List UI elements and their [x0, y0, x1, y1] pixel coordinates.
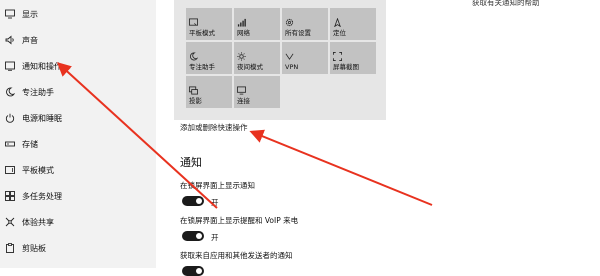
sidebar-item-focus-assist[interactable]: 专注助手	[0, 79, 156, 105]
vpn-icon	[285, 46, 294, 60]
tile-label: 投影	[189, 97, 202, 105]
sidebar-item-shared-experiences[interactable]: 体验共享	[0, 209, 156, 235]
toggle-knob	[196, 233, 202, 239]
sidebar-item-label: 多任务处理	[22, 191, 62, 201]
quick-action-all-settings[interactable]: 所有设置	[282, 8, 328, 40]
network-icon	[237, 12, 246, 27]
lock-screen-notifications-toggle[interactable]	[182, 196, 204, 206]
setting-label-app-notifications: 获取来自应用和其他发送者的通知	[180, 251, 293, 260]
sidebar-item-label: 电源和睡眠	[22, 113, 62, 123]
tile-label: 屏幕截图	[333, 63, 359, 71]
sidebar-item-display[interactable]: 显示	[0, 1, 156, 27]
quick-action-vpn[interactable]: VPN	[282, 42, 328, 74]
project-icon	[189, 80, 198, 95]
sidebar-item-notifications[interactable]: 通知和操作	[0, 53, 156, 79]
connect-icon	[237, 80, 246, 95]
power-icon	[5, 113, 15, 123]
share-icon	[5, 217, 15, 227]
quick-action-screenshot[interactable]: 屏幕截图	[330, 42, 376, 74]
setting-label-lock-screen-notifications: 在锁屏界面上显示通知	[180, 181, 255, 190]
quick-action-focus-assist[interactable]: 专注助手	[186, 42, 232, 74]
sidebar-item-label: 平板模式	[22, 165, 54, 175]
tile-label: 定位	[333, 29, 346, 37]
speaker-icon	[5, 35, 15, 45]
sidebar-item-label: 存储	[22, 139, 38, 149]
sidebar-item-label: 显示	[22, 9, 38, 19]
sidebar-item-label: 体验共享	[22, 217, 54, 227]
tile-label: 网络	[237, 29, 250, 37]
tile-label: 平板模式	[189, 29, 215, 37]
multitask-icon	[5, 191, 15, 201]
setting-label-reminders-voip: 在锁屏界面上显示提醒和 VoIP 来电	[180, 216, 299, 225]
reminders-voip-toggle[interactable]	[182, 231, 204, 241]
sidebar-item-storage[interactable]: 存储	[0, 131, 156, 157]
sidebar-item-tablet-mode[interactable]: 平板模式	[0, 157, 156, 183]
help-link[interactable]: 获取有关通知的帮助	[472, 0, 540, 8]
quick-action-night-light[interactable]: 夜间模式	[234, 42, 280, 74]
tile-label: 夜间模式	[237, 63, 263, 71]
edit-quick-actions-link[interactable]: 添加或删除快速操作	[180, 122, 248, 133]
sidebar-item-label: 剪贴板	[22, 243, 46, 253]
notifications-heading: 通知	[180, 156, 202, 169]
location-icon	[333, 12, 342, 28]
tile-label: 专注助手	[189, 63, 215, 71]
toggle-state-label: 开	[211, 233, 219, 242]
sidebar-item-label: 声音	[22, 35, 38, 45]
tile-label: 连接	[237, 97, 250, 105]
toggle-knob	[196, 268, 202, 274]
sidebar-item-sound[interactable]: 声音	[0, 27, 156, 53]
tablet-icon	[5, 165, 15, 175]
gear-icon	[285, 12, 294, 27]
arrow-to-edit-link	[249, 129, 433, 206]
quick-action-network[interactable]: 网络	[234, 8, 280, 40]
quick-action-location[interactable]: 定位	[330, 8, 376, 40]
quick-action-project[interactable]: 投影	[186, 76, 232, 108]
sidebar-item-power-sleep[interactable]: 电源和睡眠	[0, 105, 156, 131]
notification-icon	[5, 61, 15, 71]
monitor-icon	[5, 9, 15, 19]
sidebar-item-clipboard[interactable]: 剪贴板	[0, 235, 156, 261]
toggle-state-label: 开	[211, 198, 219, 207]
tablet-mode-icon	[189, 12, 198, 26]
sidebar-item-label: 专注助手	[22, 87, 54, 97]
quick-action-connect[interactable]: 连接	[234, 76, 280, 108]
sidebar-item-multitasking[interactable]: 多任务处理	[0, 183, 156, 209]
settings-sidebar: 显示 声音 通知和操作 专注助手 电源和睡眠 存储 平板模式 多任务处理 体验共…	[0, 0, 156, 268]
tile-label: VPN	[285, 63, 299, 71]
clipboard-icon	[5, 243, 15, 253]
tile-label: 所有设置	[285, 29, 311, 37]
quick-action-tablet-mode[interactable]: 平板模式	[186, 8, 232, 40]
moon-icon	[5, 87, 15, 97]
screenshot-icon	[333, 46, 342, 61]
storage-icon	[5, 139, 15, 149]
sun-icon	[237, 46, 246, 61]
moon-icon	[189, 46, 199, 61]
toggle-knob	[196, 198, 202, 204]
sidebar-item-label: 通知和操作	[22, 61, 62, 71]
